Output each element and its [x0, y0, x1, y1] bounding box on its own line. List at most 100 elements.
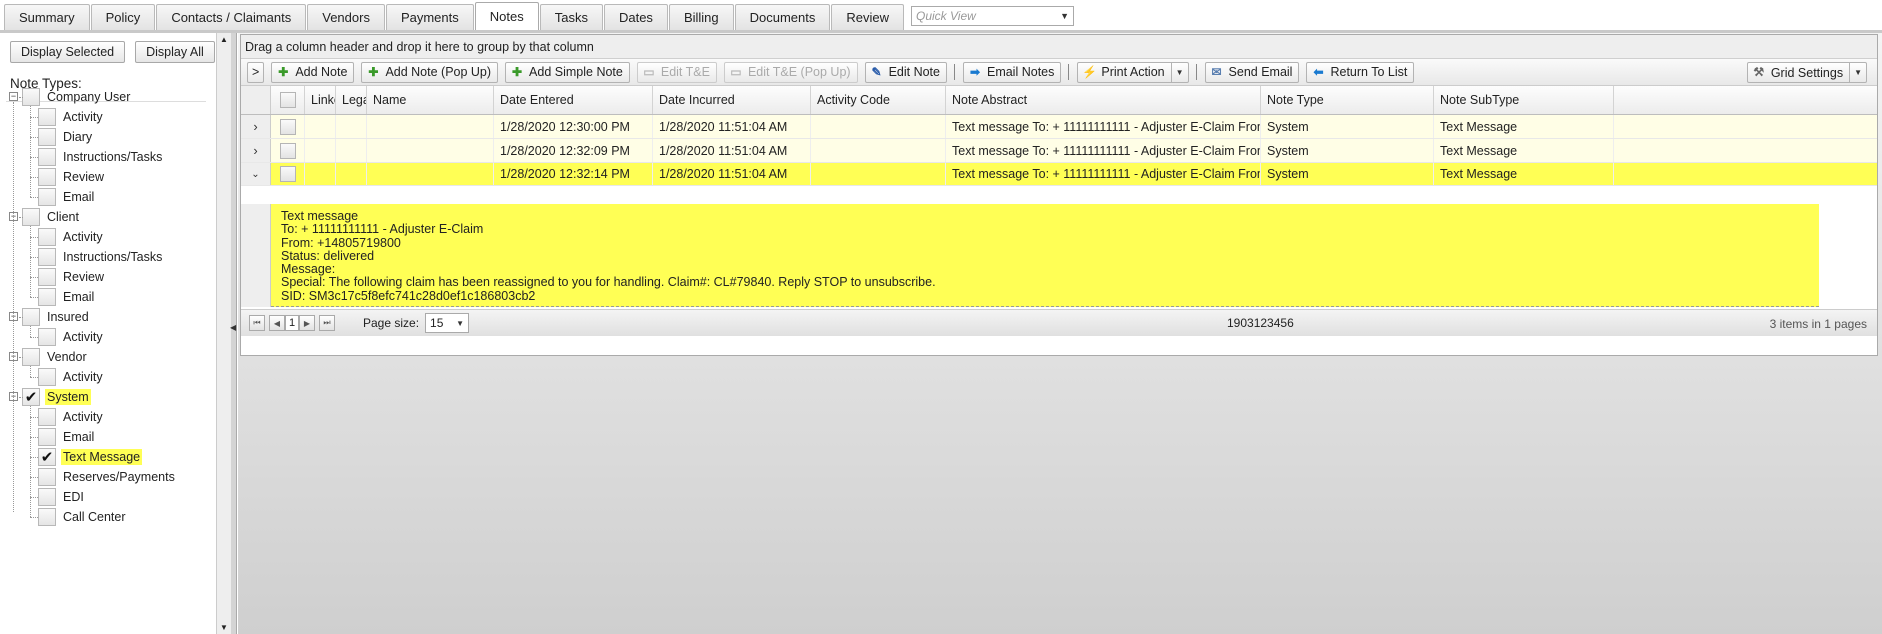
checkbox[interactable] — [38, 288, 56, 306]
edit-te-popup-button[interactable]: ▭ Edit T&E (Pop Up) — [723, 61, 858, 83]
tree-node-insured[interactable]: Insured — [22, 306, 91, 328]
last-page-icon[interactable]: ⏭ — [319, 315, 335, 331]
checkbox[interactable] — [38, 248, 56, 266]
tree-node-client-review[interactable]: Review — [38, 266, 106, 288]
tree-node-client-instructions-tasks[interactable]: Instructions/Tasks — [38, 246, 164, 268]
checkbox-checked[interactable]: ✔ — [38, 448, 56, 466]
return-to-list-button[interactable]: ⬅ Return To List — [1306, 61, 1415, 83]
group-panel[interactable]: Drag a column header and drop it here to… — [241, 35, 1877, 59]
display-all-button[interactable]: Display All — [135, 41, 215, 63]
send-email-button[interactable]: ✉ Send Email — [1204, 61, 1300, 83]
add-note-button[interactable]: ✚ Add Note — [271, 61, 355, 83]
tab-dates[interactable]: Dates — [603, 4, 668, 30]
checkbox[interactable] — [22, 348, 40, 366]
add-note-popup-button[interactable]: ✚ Add Note (Pop Up) — [361, 61, 499, 83]
checkbox[interactable] — [38, 508, 56, 526]
edit-te-button[interactable]: ▭ Edit T&E — [636, 61, 717, 83]
tab-notes[interactable]: Notes — [474, 2, 539, 30]
checkbox[interactable] — [38, 368, 56, 386]
row-checkbox[interactable] — [279, 118, 296, 135]
print-action-dropdown[interactable]: ▼ — [1171, 61, 1189, 83]
first-page-icon[interactable]: ⏮ — [249, 315, 265, 331]
tree-node-system-edi[interactable]: EDI — [38, 486, 86, 508]
collapse-row-icon[interactable]: ⌄ — [241, 163, 271, 185]
column-header-legal[interactable]: Legal — [336, 86, 367, 114]
scroll-down-icon[interactable]: ▼ — [220, 623, 228, 632]
checkbox-checked[interactable]: ✔ — [22, 388, 40, 406]
tree-node-company-user-review[interactable]: Review — [38, 166, 106, 188]
column-header-note-subtype[interactable]: Note SubType — [1434, 86, 1614, 114]
current-page[interactable]: 1 — [285, 315, 299, 331]
row-select-cell[interactable] — [271, 163, 305, 185]
tree-node-system-activity[interactable]: Activity — [38, 406, 105, 428]
expand-column-header[interactable] — [241, 86, 271, 114]
column-header-date-entered[interactable]: Date Entered — [494, 86, 653, 114]
tab-payments[interactable]: Payments — [385, 4, 474, 30]
tab-vendors[interactable]: Vendors — [307, 4, 385, 30]
email-notes-button[interactable]: ➡ Email Notes — [962, 61, 1062, 83]
display-selected-button[interactable]: Display Selected — [10, 41, 126, 63]
tab-review[interactable]: Review — [831, 4, 904, 30]
checkbox[interactable] — [38, 168, 56, 186]
quick-view-select[interactable]: Quick View ▼ — [911, 6, 1074, 26]
tab-policy[interactable]: Policy — [90, 4, 156, 30]
tree-node-client[interactable]: Client — [22, 206, 81, 228]
checkbox[interactable] — [22, 88, 40, 106]
row-select-cell[interactable] — [271, 139, 305, 162]
tree-node-company-user-email[interactable]: Email — [38, 186, 96, 208]
checkbox[interactable] — [38, 228, 56, 246]
scroll-up-icon[interactable]: ▲ — [220, 35, 228, 44]
checkbox[interactable] — [38, 268, 56, 286]
column-header-date-incurred[interactable]: Date Incurred — [653, 86, 811, 114]
tree-node-company-user[interactable]: Company User — [22, 86, 132, 108]
column-header-name[interactable]: Name — [367, 86, 494, 114]
expand-row-icon[interactable]: › — [241, 139, 271, 162]
checkbox[interactable] — [38, 148, 56, 166]
tree-node-system-text-message[interactable]: ✔ Text Message — [38, 446, 143, 468]
tab-billing[interactable]: Billing — [668, 4, 734, 30]
add-simple-note-button[interactable]: ✚ Add Simple Note — [505, 61, 630, 83]
left-panel-scrollbar[interactable]: ▲ ▼ — [216, 33, 231, 634]
tab-documents[interactable]: Documents — [734, 4, 831, 30]
row-checkbox[interactable] — [279, 166, 296, 182]
tree-node-client-activity[interactable]: Activity — [38, 226, 105, 248]
row-select-cell[interactable] — [271, 115, 305, 138]
collapse-icon[interactable]: − — [9, 92, 18, 101]
tree-node-company-user-diary[interactable]: Diary — [38, 126, 94, 148]
table-row[interactable]: ⌄ 1/28/2020 12:32:14 PM 1/28/2020 11:51:04… — [241, 163, 1877, 186]
column-header-linked[interactable]: Linked — [305, 86, 336, 114]
tree-node-system[interactable]: ✔ System — [22, 386, 91, 408]
checkbox[interactable] — [38, 408, 56, 426]
checkbox[interactable] — [22, 308, 40, 326]
panel-splitter[interactable]: ◀ — [230, 33, 237, 634]
checkbox[interactable] — [38, 468, 56, 486]
checkbox[interactable] — [38, 428, 56, 446]
grid-settings-dropdown[interactable]: ▼ — [1850, 62, 1867, 83]
table-row[interactable]: › 1/28/2020 12:30:00 PM 1/28/2020 11:51:04… — [241, 115, 1877, 139]
checkbox[interactable] — [38, 128, 56, 146]
grid-settings-button[interactable]: ⚒ Grid Settings — [1746, 62, 1851, 83]
select-all-header[interactable] — [271, 86, 305, 114]
prev-page-icon[interactable]: ◀ — [269, 315, 285, 331]
expand-row-icon[interactable]: › — [241, 115, 271, 138]
tab-contacts-claimants[interactable]: Contacts / Claimants — [156, 4, 307, 30]
tree-node-system-email[interactable]: Email — [38, 426, 96, 448]
expand-toolbar-button[interactable]: > — [247, 61, 265, 83]
tree-node-vendor-activity[interactable]: Activity — [38, 366, 105, 388]
column-header-note-type[interactable]: Note Type — [1261, 86, 1434, 114]
next-page-icon[interactable]: ▶ — [299, 315, 315, 331]
tab-summary[interactable]: Summary — [4, 4, 90, 30]
edit-note-button[interactable]: ✎ Edit Note — [864, 61, 947, 83]
column-header-note-abstract[interactable]: Note Abstract — [946, 86, 1261, 114]
page-size-select[interactable]: 15 ▼ — [425, 313, 470, 333]
checkbox[interactable] — [38, 328, 56, 346]
collapse-arrow-icon[interactable]: ◀ — [230, 323, 236, 332]
table-row[interactable]: › 1/28/2020 12:32:09 PM 1/28/2020 11:51:04… — [241, 139, 1877, 163]
column-header-activity-code[interactable]: Activity Code — [811, 86, 946, 114]
tree-node-system-call-center[interactable]: Call Center — [38, 506, 128, 528]
tab-tasks[interactable]: Tasks — [539, 4, 603, 30]
tree-node-system-reserves-payments[interactable]: Reserves/Payments — [38, 466, 177, 488]
row-checkbox[interactable] — [279, 142, 296, 159]
checkbox[interactable] — [38, 488, 56, 506]
checkbox[interactable] — [38, 188, 56, 206]
